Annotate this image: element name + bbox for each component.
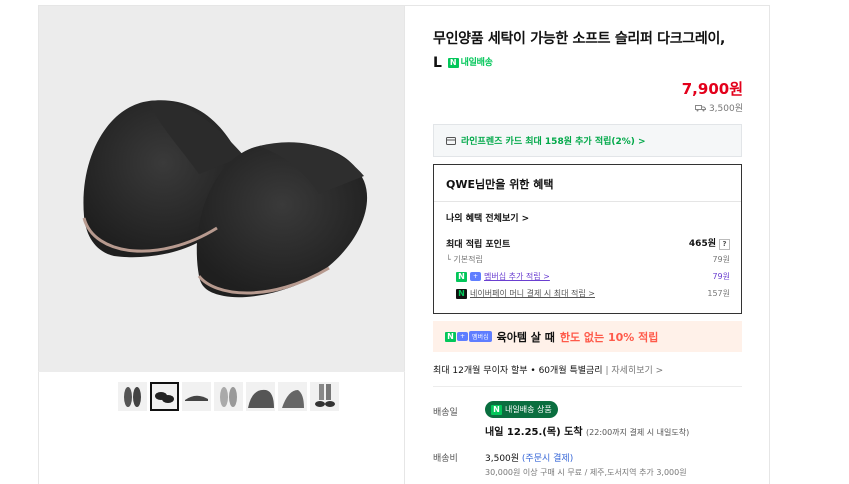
next-day-delivery-pill: N 내일배송 상품 [485, 401, 558, 418]
delivery-badge: N 내일배송 [447, 51, 493, 75]
image-gallery [38, 5, 405, 484]
truck-icon [694, 104, 706, 111]
plus-icon: + [470, 272, 482, 281]
plus-icon: + [457, 332, 469, 341]
card-promo-banner[interactable]: 라인프렌즈 카드 최대 158원 추가 적립(2%) > [433, 124, 742, 157]
thumbnail-slippers-worn[interactable] [310, 382, 339, 411]
delivery-badge-label: 내일배송 [460, 58, 493, 68]
npay-points-row: N 네이버페이 머니 결제 시 최대 적립 > 157원 [446, 288, 730, 299]
member-points-row: N + 멤버십 추가 적립 > 79원 [446, 271, 730, 282]
product-size: L [433, 55, 442, 71]
shipping-fee-note: (주문시 결제) [521, 454, 574, 464]
basic-points-row: └ 기본적립 79원 [446, 255, 730, 264]
shipping-fee-value: 3,500원 [708, 104, 743, 114]
thumbnail-slipper-gray[interactable] [246, 382, 275, 411]
shipping-fee-label: 배송비 [433, 454, 458, 464]
thumbnail-slippers-pair[interactable] [118, 382, 147, 411]
divider [433, 386, 742, 387]
installment-text: 최대 12개월 무이자 할부 • 60개월 특별금리 [433, 366, 603, 376]
naver-n-icon: N [491, 404, 502, 415]
benefit-box: QWE님만을 위한 혜택 나의 혜택 전체보기 > 최대 적립 포인트 465원… [433, 164, 742, 314]
product-title-line1: 무인양품 세탁이 가능한 소프트 슬리퍼 다크그레이, [433, 31, 726, 47]
view-all-benefits-link[interactable]: 나의 혜택 전체보기 > [446, 211, 529, 224]
main-product-image[interactable] [39, 6, 404, 371]
thumbnail-slippers-white[interactable] [214, 382, 243, 411]
npay-points-link[interactable]: 네이버페이 머니 결제 시 최대 적립 > [470, 288, 595, 299]
benefit-heading: QWE님만을 위한 혜택 [446, 178, 554, 191]
npay-points-value: 157원 [707, 289, 730, 298]
thumbnail-slipper-profile[interactable] [278, 382, 307, 411]
installment-info: 최대 12개월 무이자 할부 • 60개월 특별금리 | 자세히보기 > [433, 366, 664, 376]
shipping-fee-detail: 3,500원 (주문시 결제) [485, 451, 573, 464]
next-day-delivery-pill-label: 내일배송 상품 [505, 405, 552, 414]
help-icon[interactable]: ? [719, 239, 730, 250]
max-points-row: 최대 적립 포인트 465원? [446, 236, 730, 250]
arrival-date-text: 내일 12.25.(목) 도착 [485, 427, 583, 438]
naver-n-icon: N [445, 331, 456, 342]
member-points-value: 79원 [712, 272, 730, 281]
max-points-value: 465원 [688, 239, 716, 249]
thumbnail-slippers-top[interactable] [150, 382, 179, 411]
membership-tag: 멤버십 [469, 331, 492, 342]
max-points-label: 최대 적립 포인트 [446, 239, 511, 250]
naver-n-icon: N [456, 271, 467, 282]
shipping-fee-amount: 3,500원 [485, 454, 520, 464]
membership-logo: N + 멤버십 [445, 331, 492, 342]
installment-detail-link[interactable]: 자세히보기 > [611, 366, 663, 376]
npay-icon: N [456, 288, 467, 299]
shipping-fee: 3,500원 [694, 101, 743, 114]
membership-promo-banner[interactable]: N + 멤버십 육아템 살 때 한도 없는 10% 적립 [433, 321, 742, 352]
shipping-fee-condition: 30,000원 이상 구매 시 무료 / 제주,도서지역 추가 3,000원 [485, 468, 687, 477]
divider [434, 201, 741, 202]
arrival-date: 내일 12.25.(목) 도착 (22:00까지 결제 시 내일도착) [485, 423, 689, 438]
thumbnail-strip [38, 371, 405, 431]
delivery-date-label: 배송일 [433, 408, 458, 418]
promo-text-highlight: 한도 없는 10% 적립 [559, 330, 659, 344]
naver-n-icon: N [447, 58, 459, 68]
member-points-link[interactable]: 멤버십 추가 적립 > [484, 271, 550, 282]
arrival-note: (22:00까지 결제 시 내일도착) [586, 428, 690, 437]
promo-text-main: 육아템 살 때 [496, 330, 555, 344]
card-icon [446, 136, 456, 145]
thumbnail-slipper-side[interactable] [182, 382, 211, 411]
product-title: 무인양품 세탁이 가능한 소프트 슬리퍼 다크그레이, L N 내일배송 [433, 27, 743, 75]
product-price: 7,900원 [681, 80, 743, 98]
basic-points-value: 79원 [712, 255, 730, 264]
basic-points-label: 기본적립 [453, 255, 483, 264]
card-promo-text: 라인프렌즈 카드 최대 158원 추가 적립(2%) > [461, 137, 646, 147]
